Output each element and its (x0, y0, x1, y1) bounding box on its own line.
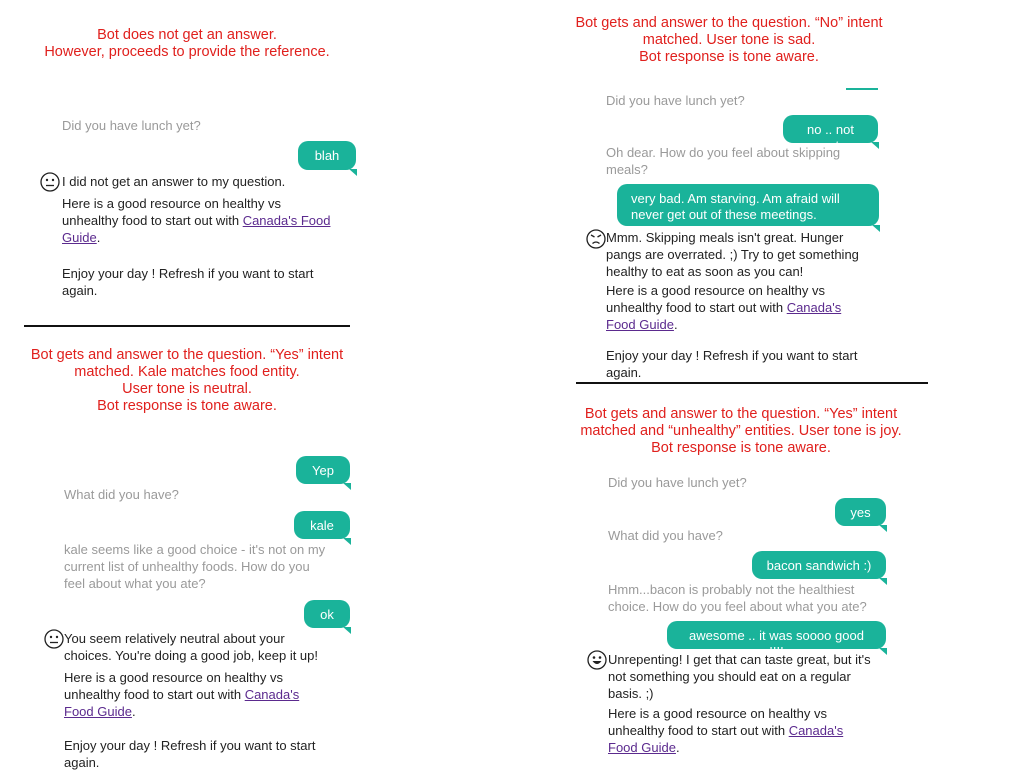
user-message[interactable]: awesome .. it was soooo good !!!! (667, 621, 887, 659)
bot-response: You seem relatively neutral about your c… (64, 631, 319, 663)
bot-question: Did you have lunch yet? (608, 475, 747, 490)
bot-question: Oh dear. How do you feel about skipping … (606, 145, 841, 177)
panel4-caption: Bot gets and answer to the question. “Ye… (580, 406, 902, 456)
bot-question: What did you have? (608, 528, 723, 543)
user-message[interactable]: bacon sandwich :) (752, 551, 887, 585)
resource-text: Here is a good resource on healthy vs un… (62, 196, 331, 245)
divider-left (24, 325, 350, 327)
bot-question: Did you have lunch yet? (62, 118, 201, 133)
bot-response: Mmm. Skipping meals isn't great. Hunger … (606, 230, 859, 279)
user-message[interactable]: yes (835, 498, 887, 532)
resource-text: Here is a good resource on healthy vs un… (608, 706, 844, 755)
panel2-caption: Bot gets and answer to the question. “No… (575, 15, 883, 65)
panel1-caption: Bot does not get an answer. However, pro… (44, 27, 330, 60)
bot-response: I did not get an answer to my question. (62, 174, 286, 189)
user-message[interactable]: ok (304, 600, 351, 634)
neutral-face-icon (44, 629, 64, 649)
panel3-caption: Bot gets and answer to the question. “Ye… (30, 347, 344, 414)
resource-text: Here is a good resource on healthy vs un… (64, 670, 300, 719)
scroll-indicator (846, 88, 878, 90)
resource-text: Here is a good resource on healthy vs un… (606, 283, 842, 332)
bot-question: Hmm...bacon is probably not the healthie… (608, 582, 867, 614)
happy-face-icon (587, 650, 607, 670)
goodbye-text: Enjoy your day ! Refresh if you want to … (606, 348, 858, 380)
bot-response: Unrepenting! I get that can taste great,… (608, 652, 871, 701)
goodbye-text: Enjoy your day ! Refresh if you want to … (64, 738, 316, 770)
neutral-face-icon (40, 172, 60, 192)
user-message[interactable]: blah (298, 141, 357, 176)
goodbye-text: Enjoy your day ! Refresh if you want to … (62, 266, 314, 298)
bot-question: kale seems like a good choice - it's not… (64, 542, 326, 591)
user-message[interactable]: Yep (296, 456, 351, 490)
user-message[interactable]: very bad. Am starving. Am afraid will ne… (617, 184, 880, 232)
user-message[interactable]: kale (294, 511, 351, 545)
sad-face-icon (586, 229, 606, 249)
divider-right (576, 382, 928, 384)
bot-question: Did you have lunch yet? (606, 93, 745, 108)
bot-question: What did you have? (64, 487, 179, 502)
user-message[interactable]: no .. not yet (783, 115, 879, 153)
